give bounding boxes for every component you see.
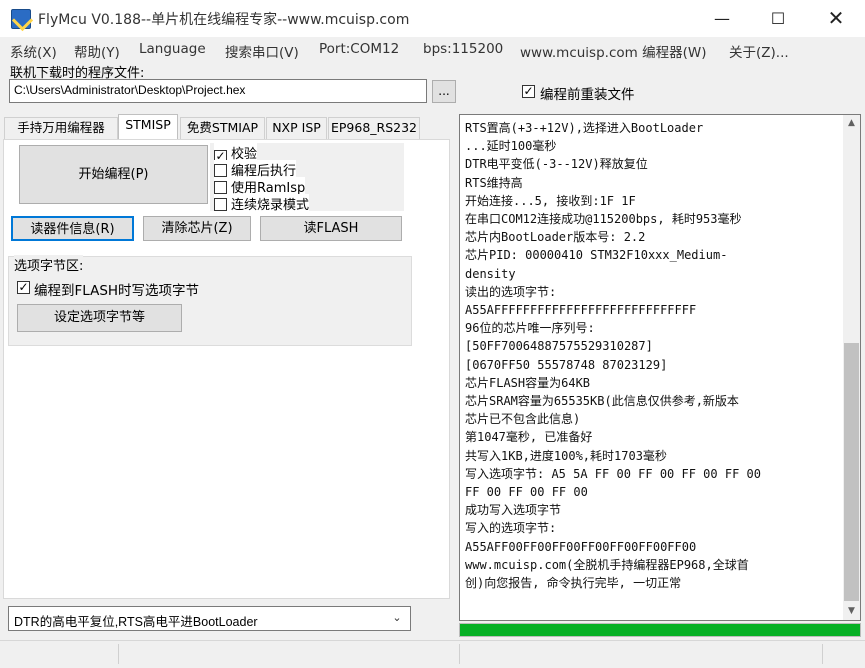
option-bytes-title: 选项字节区: bbox=[14, 255, 84, 274]
log-line: 芯片已不包含此信息) bbox=[465, 412, 581, 427]
write-option-bytes-checkbox[interactable]: ✓ bbox=[17, 281, 30, 294]
progress-fill bbox=[460, 624, 860, 636]
read-flash-button[interactable]: 读FLASH bbox=[260, 216, 402, 241]
menu-programmer[interactable]: www.mcuisp.com 编程器(W) bbox=[520, 41, 706, 61]
erase-chip-button[interactable]: 清除芯片(Z) bbox=[143, 216, 251, 241]
scroll-up-icon[interactable]: ▲ bbox=[843, 115, 860, 132]
log-line: 成功写入选项字节 bbox=[465, 503, 562, 518]
write-option-bytes-label: 编程到FLASH时写选项字节 bbox=[34, 283, 200, 299]
log-line: ...延时100毫秒 bbox=[465, 139, 557, 154]
continuous-label: 连续烧录模式 bbox=[231, 198, 310, 213]
read-device-info-button[interactable]: 读器件信息(R) bbox=[11, 216, 134, 241]
title-bar: FlyMcu V0.188--单片机在线编程专家--www.mcuisp.com… bbox=[0, 0, 865, 37]
menu-language[interactable]: Language bbox=[139, 41, 206, 57]
log-line: 在串口COM12连接成功@115200bps, 耗时953毫秒 bbox=[465, 212, 742, 227]
log-line: 写入选项字节: A5 5A FF 00 FF 00 FF 00 FF 00 bbox=[465, 466, 761, 481]
set-option-bytes-button[interactable]: 设定选项字节等 bbox=[17, 304, 182, 332]
log-line: 开始连接...5, 接收到:1F 1F bbox=[465, 193, 636, 208]
log-line: 第1047毫秒, 已准备好 bbox=[465, 430, 593, 445]
log-line: RTS维持高 bbox=[465, 175, 523, 190]
menu-system[interactable]: 系统(X) bbox=[10, 41, 57, 61]
log-line: [50FF70064887575529310287] bbox=[465, 339, 653, 354]
scroll-thumb[interactable] bbox=[844, 343, 859, 601]
menu-bar: 系统(X) 帮助(Y) Language 搜索串口(V) Port:COM12 … bbox=[0, 38, 865, 61]
log-line: www.mcuisp.com(全脱机手持编程器EP968,全球首 bbox=[465, 557, 749, 572]
start-programming-button[interactable]: 开始编程(P) bbox=[19, 145, 208, 204]
menu-help[interactable]: 帮助(Y) bbox=[74, 41, 120, 61]
log-line: 读出的选项字节: bbox=[465, 284, 557, 299]
tab-ep968-rs232[interactable]: EP968_RS232 bbox=[328, 117, 420, 139]
log-line: 芯片FLASH容量为64KB bbox=[465, 375, 591, 390]
scroll-down-icon[interactable]: ▼ bbox=[843, 603, 860, 620]
log-line: 共写入1KB,进度100%,耗时1703毫秒 bbox=[465, 448, 667, 463]
continuous-option[interactable]: 连续烧录模式 bbox=[214, 194, 310, 213]
browse-button[interactable]: ... bbox=[432, 80, 456, 103]
status-bar bbox=[0, 640, 865, 668]
log-line: 写入的选项字节: bbox=[465, 521, 557, 536]
continuous-checkbox[interactable] bbox=[214, 198, 227, 211]
reload-file-label: 编程前重装文件 bbox=[540, 87, 635, 103]
menu-about[interactable]: 关于(Z)... bbox=[729, 41, 789, 61]
menu-port[interactable]: Port:COM12 bbox=[319, 41, 399, 57]
log-line: 芯片PID: 00000410 STM32F10xxx_Medium- bbox=[465, 248, 728, 263]
chevron-down-icon[interactable]: ⌄ bbox=[388, 611, 406, 625]
log-line: [0670FF50 55578748 87023129] bbox=[465, 357, 668, 372]
log-line: 芯片SRAM容量为65535KB(此信息仅供参考,新版本 bbox=[465, 394, 739, 409]
output-log[interactable]: RTS置高(+3-+12V),选择进入BootLoader ...延时100毫秒 D… bbox=[459, 114, 861, 621]
close-button[interactable]: ✕ bbox=[808, 0, 864, 37]
ramisp-checkbox[interactable] bbox=[214, 181, 227, 194]
run-after-checkbox[interactable] bbox=[214, 164, 227, 177]
tab-stmiap[interactable]: 免费STMIAP bbox=[180, 117, 265, 139]
log-line: 创)向您报告, 命令执行完毕, 一切正常 bbox=[465, 576, 682, 591]
file-path-input[interactable]: C:\Users\Administrator\Desktop\Project.h… bbox=[9, 79, 427, 103]
log-line: FF 00 FF 00 FF 00 bbox=[465, 485, 588, 500]
dtr-mode-select[interactable]: DTR的高电平复位,RTS高电平进BootLoader bbox=[8, 606, 411, 631]
tab-nxp-isp[interactable]: NXP ISP bbox=[266, 117, 327, 139]
menu-search-port[interactable]: 搜索串口(V) bbox=[225, 41, 299, 61]
menu-bps[interactable]: bps:115200 bbox=[423, 41, 503, 57]
log-line: RTS置高(+3-+12V),选择进入BootLoader bbox=[465, 121, 704, 135]
maximize-button[interactable]: ☐ bbox=[750, 0, 806, 37]
progress-bar bbox=[459, 623, 861, 637]
status-divider bbox=[822, 644, 823, 664]
log-line: A55AFFFFFFFFFFFFFFFFFFFFFFFFFFFF bbox=[465, 303, 697, 318]
window-title: FlyMcu V0.188--单片机在线编程专家--www.mcuisp.com bbox=[38, 12, 410, 28]
tab-stmisp[interactable]: STMISP bbox=[118, 114, 178, 140]
log-lines: RTS置高(+3-+12V),选择进入BootLoader ...延时100毫秒 D… bbox=[465, 119, 837, 592]
log-line: density bbox=[465, 266, 516, 281]
tab-handheld-programmer[interactable]: 手持万用编程器 bbox=[4, 117, 118, 139]
log-line: A55AFF00FF00FF00FF00FF00FF00FF00 bbox=[465, 539, 697, 554]
log-line: 96位的芯片唯一序列号: bbox=[465, 321, 595, 336]
log-line: DTR电平变低(-3--12V)释放复位 bbox=[465, 157, 648, 172]
status-divider bbox=[459, 644, 460, 664]
status-divider bbox=[118, 644, 119, 664]
app-icon bbox=[11, 9, 31, 29]
reload-file-checkbox[interactable]: ✓ bbox=[522, 85, 535, 98]
log-line: 芯片内BootLoader版本号: 2.2 bbox=[465, 230, 646, 245]
minimize-button[interactable]: — bbox=[694, 0, 750, 37]
log-scrollbar[interactable]: ▲ ▼ bbox=[843, 115, 860, 620]
